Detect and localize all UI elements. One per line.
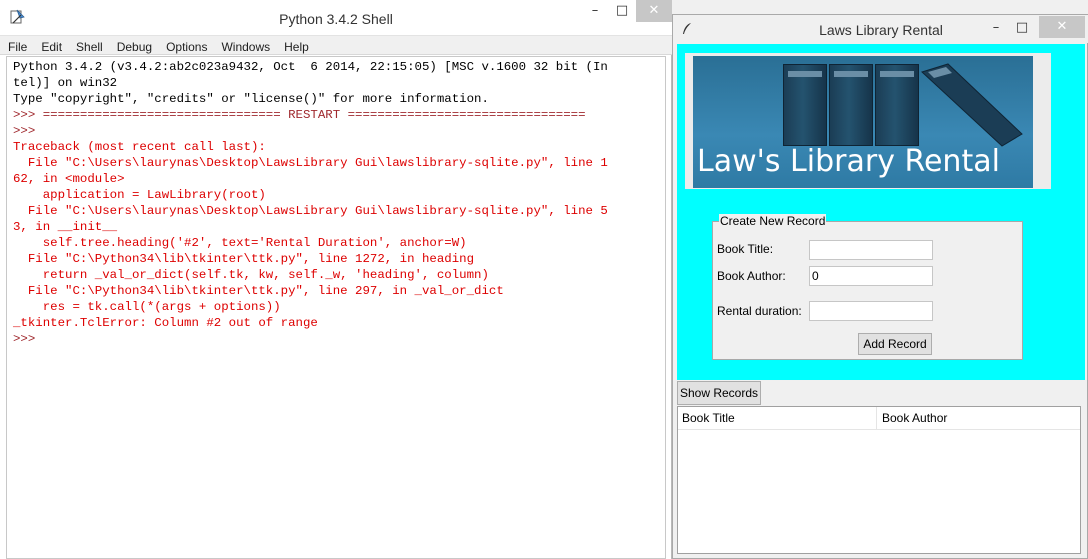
maximize-button[interactable]: □ bbox=[607, 0, 637, 22]
column-header-book-title[interactable]: Book Title bbox=[682, 411, 735, 425]
book-author-label: Book Author: bbox=[717, 269, 786, 283]
group-legend: Create New Record bbox=[719, 214, 827, 228]
book-author-field[interactable]: 0 bbox=[809, 266, 933, 286]
app-titlebar[interactable]: Laws Library Rental – □ ✕ bbox=[673, 15, 1088, 43]
column-separator bbox=[876, 407, 877, 430]
menu-shell[interactable]: Shell bbox=[68, 38, 109, 56]
tree-header: Book Title Book Author bbox=[678, 407, 1080, 430]
shell-line: File "C:\Users\laurynas\Desktop\LawsLibr… bbox=[13, 156, 608, 170]
shell-line: res = tk.call(*(args + options)) bbox=[13, 300, 281, 314]
book-graphic bbox=[875, 64, 919, 146]
tilted-book-graphic bbox=[921, 63, 1023, 147]
cyan-panel: Law's Library Rental Create New Record B… bbox=[677, 44, 1085, 380]
shell-line: File "C:\Users\laurynas\Desktop\LawsLibr… bbox=[13, 204, 608, 218]
rental-duration-label: Rental duration: bbox=[717, 304, 802, 318]
shell-output: Python 3.4.2 (v3.4.2:ab2c023a9432, Oct 6… bbox=[13, 59, 608, 347]
column-header-book-author[interactable]: Book Author bbox=[882, 411, 947, 425]
shell-line: 3, in __init__ bbox=[13, 220, 118, 234]
show-records-button[interactable]: Show Records bbox=[677, 381, 761, 405]
shell-titlebar[interactable]: Python 3.4.2 Shell – □ ✕ bbox=[0, 0, 672, 36]
records-tree[interactable]: Book Title Book Author bbox=[677, 406, 1081, 554]
menu-debug[interactable]: Debug bbox=[109, 38, 158, 56]
book-title-field[interactable] bbox=[809, 240, 933, 260]
menu-options[interactable]: Options bbox=[158, 38, 213, 56]
banner: Law's Library Rental bbox=[685, 53, 1051, 189]
menu-edit[interactable]: Edit bbox=[33, 38, 68, 56]
shell-line: application = LawLibrary(root) bbox=[13, 188, 266, 202]
shell-line: >>> bbox=[13, 124, 43, 138]
shell-title: Python 3.4.2 Shell bbox=[279, 11, 393, 27]
menu-help[interactable]: Help bbox=[276, 38, 315, 56]
shell-line: self.tree.heading('#2', text='Rental Dur… bbox=[13, 236, 467, 250]
laws-library-window: Laws Library Rental – □ ✕ Law's Library … bbox=[672, 14, 1088, 559]
shell-line: File "C:\Python34\lib\tkinter\ttk.py", l… bbox=[13, 252, 475, 266]
add-record-button[interactable]: Add Record bbox=[858, 333, 932, 355]
book-graphic bbox=[783, 64, 827, 146]
book-graphic bbox=[829, 64, 873, 146]
close-button[interactable]: ✕ bbox=[1039, 16, 1085, 38]
maximize-button[interactable]: □ bbox=[1007, 17, 1037, 39]
banner-title: Law's Library Rental bbox=[697, 144, 1000, 179]
create-record-group: Create New Record Book Title: Book Autho… bbox=[712, 214, 1023, 360]
shell-line: return _val_or_dict(self.tk, kw, self._w… bbox=[13, 268, 489, 282]
shell-line: File "C:\Python34\lib\tkinter\ttk.py", l… bbox=[13, 284, 504, 298]
shell-menubar: File Edit Shell Debug Options Windows Help bbox=[0, 36, 672, 55]
menu-windows[interactable]: Windows bbox=[213, 38, 276, 56]
shell-line: 62, in <module> bbox=[13, 172, 125, 186]
banner-image: Law's Library Rental bbox=[693, 56, 1033, 188]
close-button[interactable]: ✕ bbox=[636, 0, 672, 22]
shell-line: Traceback (most recent call last): bbox=[13, 140, 266, 154]
shell-line: _tkinter.TclError: Column #2 out of rang… bbox=[13, 316, 318, 330]
shell-line: >>> ================================ RES… bbox=[13, 108, 586, 122]
shell-line: Type "copyright", "credits" or "license(… bbox=[13, 92, 489, 106]
minimize-button[interactable]: – bbox=[580, 0, 610, 22]
shell-line: tel)] on win32 bbox=[13, 76, 118, 90]
shell-text-area[interactable]: Python 3.4.2 (v3.4.2:ab2c023a9432, Oct 6… bbox=[6, 56, 666, 559]
rental-duration-field[interactable] bbox=[809, 301, 933, 321]
menu-file[interactable]: File bbox=[0, 38, 33, 56]
python-shell-window: Python 3.4.2 Shell – □ ✕ File Edit Shell De… bbox=[0, 0, 672, 559]
shell-line: >>> bbox=[13, 332, 43, 346]
shell-line: Python 3.4.2 (v3.4.2:ab2c023a9432, Oct 6… bbox=[13, 60, 608, 74]
book-title-label: Book Title: bbox=[717, 242, 774, 256]
